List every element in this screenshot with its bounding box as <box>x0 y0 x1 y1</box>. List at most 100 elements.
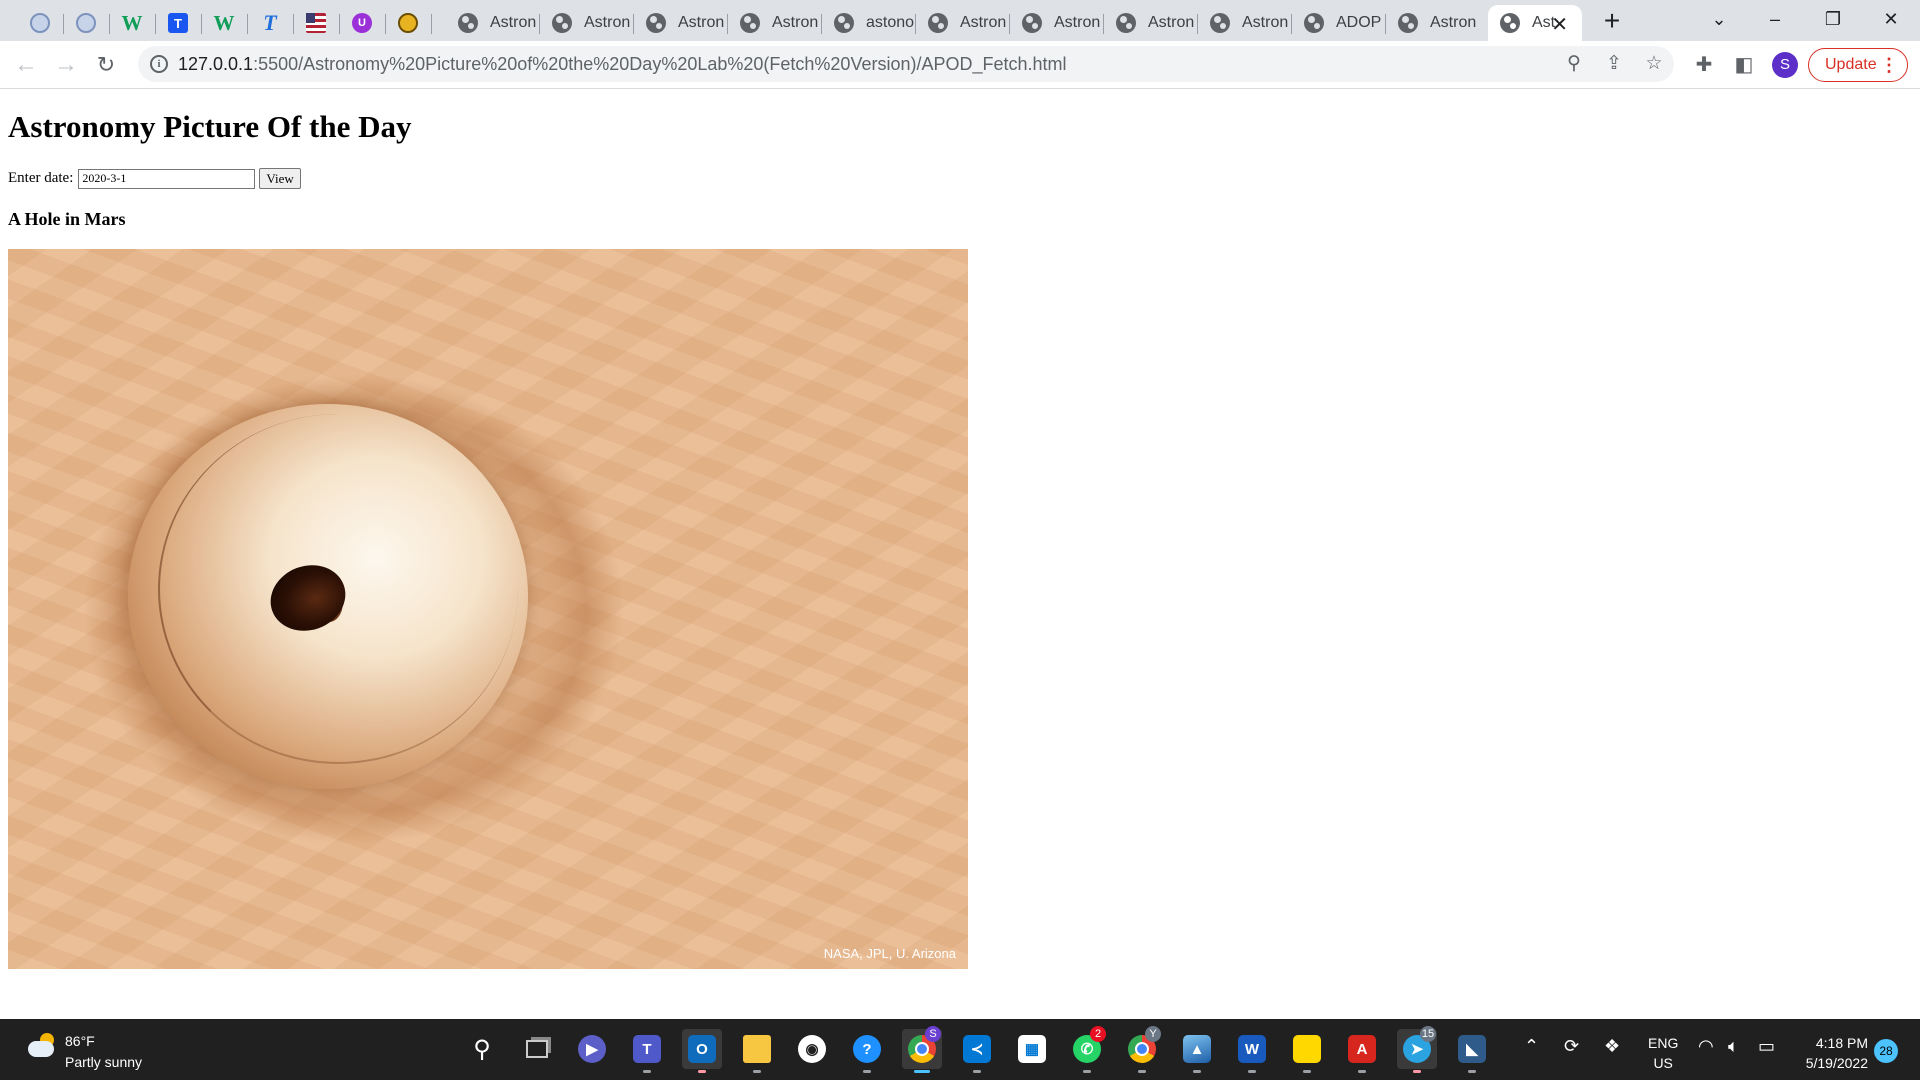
windows-start-icon <box>413 1036 439 1062</box>
tab-search-button[interactable]: ⌄ <box>1690 0 1748 40</box>
close-window-button[interactable]: ✕ <box>1862 0 1920 40</box>
running-indicator <box>863 1070 871 1073</box>
tab-astron-3[interactable]: Astron <box>634 5 728 41</box>
tab-active[interactable]: Ast ✕ <box>1488 5 1582 41</box>
tab-t-1[interactable]: T <box>156 5 202 41</box>
restore-button[interactable]: ❐ <box>1804 0 1862 40</box>
taskbar: 86°F Partly sunny ⚲ ▶ T O ◉ ? S ≺ ▦ ✆ 2 … <box>0 1019 1920 1080</box>
purple-circle-icon: U <box>352 13 372 33</box>
whatsapp-button[interactable]: ✆ 2 <box>1067 1026 1107 1073</box>
photos-icon: ▲ <box>1183 1035 1211 1063</box>
weather-condition[interactable]: Partly sunny <box>65 1054 142 1070</box>
url-text[interactable]: 127.0.0.1:5500/Astronomy%20Picture%20of%… <box>178 54 1067 75</box>
telegram-button[interactable]: ➤ 15 <box>1397 1026 1437 1073</box>
tab-nasa-2[interactable] <box>64 5 110 41</box>
telegram-badge: 15 <box>1420 1026 1436 1042</box>
language-indicator[interactable]: ENG US <box>1648 1033 1678 1073</box>
file-explorer-button[interactable] <box>737 1029 777 1073</box>
share-icon[interactable]: ⇪ <box>1602 52 1626 76</box>
globe-icon <box>1022 13 1042 33</box>
extensions-icon[interactable]: ✚ <box>1692 53 1716 77</box>
volume-icon[interactable]: 🔈︎ <box>1728 1036 1739 1057</box>
tab-t-2[interactable]: T <box>248 5 294 41</box>
site-info-icon[interactable]: i <box>150 55 168 73</box>
start-button[interactable] <box>406 1029 446 1069</box>
running-indicator <box>1248 1070 1256 1073</box>
system-clock[interactable]: 4:18 PM 5/19/2022 <box>1798 1033 1868 1073</box>
store-icon: ▦ <box>1018 1035 1046 1063</box>
chat-button[interactable]: ▶ <box>572 1029 612 1069</box>
bookmark-star-icon[interactable]: ☆ <box>1642 52 1666 76</box>
sticky-notes-button[interactable] <box>1287 1029 1327 1073</box>
forward-button[interactable]: → <box>48 47 84 83</box>
tab-purple[interactable]: U <box>340 5 386 41</box>
tab-astono[interactable]: astono <box>822 5 916 41</box>
help-icon: ? <box>853 1035 881 1063</box>
tab-flag[interactable] <box>294 5 340 41</box>
chrome-button[interactable]: S <box>902 1026 942 1073</box>
new-tab-button[interactable]: + <box>1597 5 1627 37</box>
help-button[interactable]: ? <box>847 1029 887 1073</box>
search-button[interactable]: ⚲ <box>462 1029 502 1069</box>
tab-astron-2[interactable]: Astron <box>540 5 634 41</box>
chevron-up-icon[interactable]: ⌃ <box>1524 1036 1539 1057</box>
tab-astron-5[interactable]: Astron <box>916 5 1010 41</box>
tab-astron-7[interactable]: Astron <box>1104 5 1198 41</box>
zoom-icon[interactable]: ⚲ <box>1562 52 1586 76</box>
task-view-button[interactable] <box>517 1029 557 1069</box>
photos-button[interactable]: ▲ <box>1177 1029 1217 1073</box>
partly-sunny-icon[interactable] <box>28 1033 54 1057</box>
globe-icon <box>1210 13 1230 33</box>
tab-close-icon[interactable]: ✕ <box>1551 12 1568 37</box>
us-flag-icon <box>306 13 326 33</box>
teams-button[interactable]: T <box>627 1029 667 1073</box>
image-credit: NASA, JPL, U. Arizona <box>823 946 956 961</box>
tab-astron-1[interactable]: Astron <box>446 5 540 41</box>
dropbox-icon[interactable]: ❖ <box>1604 1036 1620 1057</box>
outlook-button[interactable]: O <box>682 1029 722 1073</box>
acrobat-icon: A <box>1348 1035 1376 1063</box>
tab-badge[interactable] <box>386 5 432 41</box>
nasa-icon <box>30 13 50 33</box>
update-button[interactable]: Update ⋮ <box>1808 48 1908 82</box>
vscode-icon: ≺ <box>963 1035 991 1063</box>
apod-image: NASA, JPL, U. Arizona <box>8 249 968 969</box>
github-button[interactable]: ◉ <box>792 1029 832 1069</box>
acrobat-button[interactable]: A <box>1342 1029 1382 1073</box>
w-green-icon: W <box>121 10 143 35</box>
minimize-button[interactable]: – <box>1746 0 1804 40</box>
address-bar[interactable]: i 127.0.0.1:5500/Astronomy%20Picture%20o… <box>138 46 1674 82</box>
running-indicator <box>698 1070 706 1073</box>
chrome-profile-button[interactable]: Y <box>1122 1026 1162 1073</box>
view-button[interactable]: View <box>259 168 301 189</box>
globe-icon <box>1304 13 1324 33</box>
back-button[interactable]: ← <box>8 47 44 83</box>
remote-app-button[interactable]: ◣ <box>1452 1029 1492 1073</box>
tab-adop[interactable]: ADOP <box>1292 5 1386 41</box>
side-panel-icon[interactable]: ◧ <box>1732 53 1756 77</box>
chrome-badge: S <box>925 1026 941 1042</box>
t-italic-icon: T <box>263 10 277 35</box>
tab-astron-9[interactable]: Astron <box>1386 5 1480 41</box>
wifi-icon[interactable]: ◠ <box>1698 1036 1714 1057</box>
browser-toolbar: ← → ↻ i 127.0.0.1:5500/Astronomy%20Pictu… <box>0 41 1920 89</box>
tab-nasa-1[interactable] <box>18 5 64 41</box>
battery-icon[interactable]: ▭ <box>1758 1036 1775 1057</box>
date-input[interactable] <box>78 168 256 189</box>
tab-w-1[interactable]: W <box>110 5 156 41</box>
reload-button[interactable]: ↻ <box>88 47 124 83</box>
weather-temperature[interactable]: 86°F <box>65 1033 95 1049</box>
running-indicator <box>1358 1070 1366 1073</box>
store-button[interactable]: ▦ <box>1012 1029 1052 1069</box>
tab-w-2[interactable]: W <box>202 5 248 41</box>
page-content: Astronomy Picture Of the Day Enter date:… <box>0 89 1920 1019</box>
tab-astron-6[interactable]: Astron <box>1010 5 1104 41</box>
sync-icon[interactable]: ⟳ <box>1564 1036 1579 1057</box>
notification-badge[interactable]: 28 <box>1874 1039 1898 1063</box>
github-icon: ◉ <box>798 1035 826 1063</box>
tab-astron-8[interactable]: Astron <box>1198 5 1292 41</box>
tab-astron-4[interactable]: Astron <box>728 5 822 41</box>
profile-avatar[interactable]: S <box>1772 52 1798 78</box>
vscode-button[interactable]: ≺ <box>957 1029 997 1073</box>
word-button[interactable]: W <box>1232 1029 1272 1073</box>
